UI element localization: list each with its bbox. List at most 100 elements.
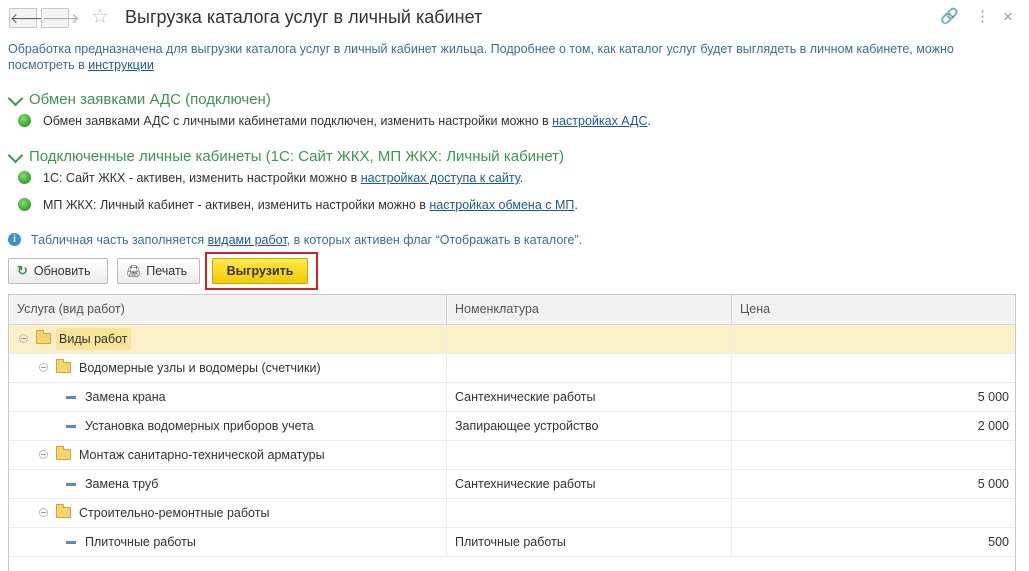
site-status-end: .	[519, 171, 524, 185]
nomenclature-cell[interactable]: Запирающее устройство	[447, 412, 732, 440]
info-text-before: Табличная часть заполняется	[31, 233, 208, 247]
service-name: Водомерные узлы и водомеры (счетчики)	[79, 361, 321, 375]
nomenclature-cell[interactable]	[447, 441, 732, 469]
service-name: Строительно-ремонтные работы	[79, 506, 270, 520]
column-header-price[interactable]: Цена	[732, 295, 1015, 324]
refresh-icon: ↻	[17, 263, 28, 278]
services-table[interactable]: Услуга (вид работ) Номенклатура Цена Вид…	[8, 294, 1016, 571]
site-settings-link[interactable]: настройках доступа к сайту	[361, 171, 520, 185]
export-button[interactable]: Выгрузить	[212, 258, 308, 284]
nomenclature-cell[interactable]: Сантехнические работы	[447, 470, 732, 498]
folder-icon	[36, 330, 51, 344]
ads-section-header[interactable]: Обмен заявками АДС (подключен)	[7, 90, 271, 108]
item-icon	[66, 425, 76, 428]
service-cell[interactable]: Замена труб	[9, 470, 447, 498]
close-icon[interactable]: ×	[1003, 8, 1013, 26]
nomenclature-cell[interactable]	[447, 325, 732, 353]
printer-icon: 🖨	[126, 264, 142, 278]
back-icon[interactable]: 🡐	[9, 8, 48, 28]
print-label: Печать	[146, 264, 188, 278]
cabinets-section-header[interactable]: Подключенные личные кабинеты (1С: Сайт Ж…	[7, 147, 565, 165]
column-header-service[interactable]: Услуга (вид работ)	[9, 295, 447, 324]
refresh-label: Обновить	[33, 264, 91, 278]
price-cell[interactable]	[732, 325, 1015, 353]
collapse-icon[interactable]	[39, 508, 48, 517]
cabinets-section-title: Подключенные личные кабинеты (1С: Сайт Ж…	[29, 148, 565, 165]
page-title: Выгрузка каталога услуг в личный кабинет	[125, 7, 483, 27]
table-row[interactable]: Плиточные работы Плиточные работы 500	[9, 528, 1015, 557]
nomenclature-cell[interactable]: Плиточные работы	[447, 528, 732, 556]
info-icon: i	[8, 233, 21, 247]
service-cell[interactable]: Замена крана	[9, 383, 447, 411]
print-button[interactable]: 🖨 Печать	[117, 258, 200, 284]
ads-section-title: Обмен заявками АДС (подключен)	[29, 91, 271, 108]
collapse-icon[interactable]	[39, 450, 48, 459]
info-text-after: , в которых активен флаг “Отображать в к…	[286, 233, 583, 247]
column-header-nomenclature[interactable]: Номенклатура	[447, 295, 732, 324]
item-icon	[66, 541, 76, 544]
site-status-line: 1С: Сайт ЖКХ - активен, изменить настрой…	[18, 171, 523, 185]
service-name: Замена труб	[85, 477, 159, 491]
description: Обработка предназначена для выгрузки кат…	[8, 41, 1018, 73]
service-cell[interactable]: Виды работ	[9, 325, 447, 353]
site-status-text: 1С: Сайт ЖКХ - активен, изменить настрой…	[43, 171, 361, 185]
mp-status-text: МП ЖКХ: Личный кабинет - активен, измени…	[43, 198, 430, 212]
item-icon	[66, 396, 76, 399]
favorite-star-icon[interactable]: ☆	[91, 6, 109, 28]
collapse-icon[interactable]	[19, 334, 28, 343]
price-cell[interactable]: 5 000	[732, 470, 1015, 498]
folder-icon	[56, 446, 71, 460]
service-name: Монтаж санитарно-технической арматуры	[79, 448, 325, 462]
title-bar: 🡐 🡒 ☆ Выгрузка каталога услуг в личный к…	[0, 0, 1029, 36]
ads-status-line: Обмен заявками АДС с личными кабинетами …	[18, 114, 651, 128]
service-cell[interactable]: Строительно-ремонтные работы	[9, 499, 447, 527]
status-green-icon	[18, 171, 31, 185]
folder-icon	[56, 359, 71, 373]
service-cell[interactable]: Водомерные узлы и водомеры (счетчики)	[9, 354, 447, 382]
ads-settings-link[interactable]: настройках АДС	[552, 114, 647, 128]
more-icon[interactable]: ⋮	[975, 8, 990, 26]
service-cell[interactable]: Плиточные работы	[9, 528, 447, 556]
table-row[interactable]: Замена крана Сантехнические работы 5 000	[9, 383, 1015, 412]
mp-status-end: .	[574, 198, 578, 212]
service-name: Плиточные работы	[85, 535, 196, 549]
nomenclature-cell[interactable]	[447, 354, 732, 382]
price-cell[interactable]	[732, 354, 1015, 382]
nomenclature-cell[interactable]	[447, 499, 732, 527]
table-row[interactable]: Замена труб Сантехнические работы 5 000	[9, 470, 1015, 499]
service-cell[interactable]: Монтаж санитарно-технической арматуры	[9, 441, 447, 469]
ads-status-end: .	[647, 114, 652, 128]
ads-status-text: Обмен заявками АДС с личными кабинетами …	[43, 114, 553, 128]
price-cell[interactable]	[732, 441, 1015, 469]
price-cell[interactable]: 5 000	[732, 383, 1015, 411]
service-cell[interactable]: Установка водомерных приборов учета	[9, 412, 447, 440]
status-green-icon	[18, 114, 31, 128]
table-row[interactable]: Строительно-ремонтные работы	[9, 499, 1015, 528]
service-name: Установка водомерных приборов учета	[85, 419, 314, 433]
item-icon	[66, 483, 76, 486]
service-name: Замена крана	[85, 390, 166, 404]
table-row[interactable]: Водомерные узлы и водомеры (счетчики)	[9, 354, 1015, 383]
nomenclature-cell[interactable]: Сантехнические работы	[447, 383, 732, 411]
forward-icon[interactable]: 🡒	[41, 8, 80, 28]
collapse-icon[interactable]	[39, 363, 48, 372]
mp-settings-link[interactable]: настройках обмена с МП	[429, 198, 574, 212]
instructions-link[interactable]: инструкции	[88, 58, 154, 72]
mp-status-line: МП ЖКХ: Личный кабинет - активен, измени…	[18, 198, 578, 212]
service-name: Виды работ	[56, 328, 131, 350]
table-row[interactable]: Монтаж санитарно-технической арматуры	[9, 441, 1015, 470]
price-cell[interactable]	[732, 499, 1015, 527]
info-line: i Табличная часть заполняется видами рабо…	[8, 233, 582, 247]
link-icon[interactable]: 🔗	[940, 8, 959, 26]
status-green-icon	[18, 198, 31, 212]
table-row[interactable]: Виды работ	[9, 325, 1015, 354]
folder-icon	[56, 504, 71, 518]
work-types-link[interactable]: видами работ	[208, 233, 287, 247]
chevron-down-icon	[7, 90, 24, 107]
refresh-button[interactable]: ↻ Обновить	[8, 258, 108, 284]
table-header: Услуга (вид работ) Номенклатура Цена	[9, 295, 1015, 325]
price-cell[interactable]: 500	[732, 528, 1015, 556]
price-cell[interactable]: 2 000	[732, 412, 1015, 440]
chevron-down-icon	[7, 147, 24, 164]
table-row[interactable]: Установка водомерных приборов учета Запир…	[9, 412, 1015, 441]
